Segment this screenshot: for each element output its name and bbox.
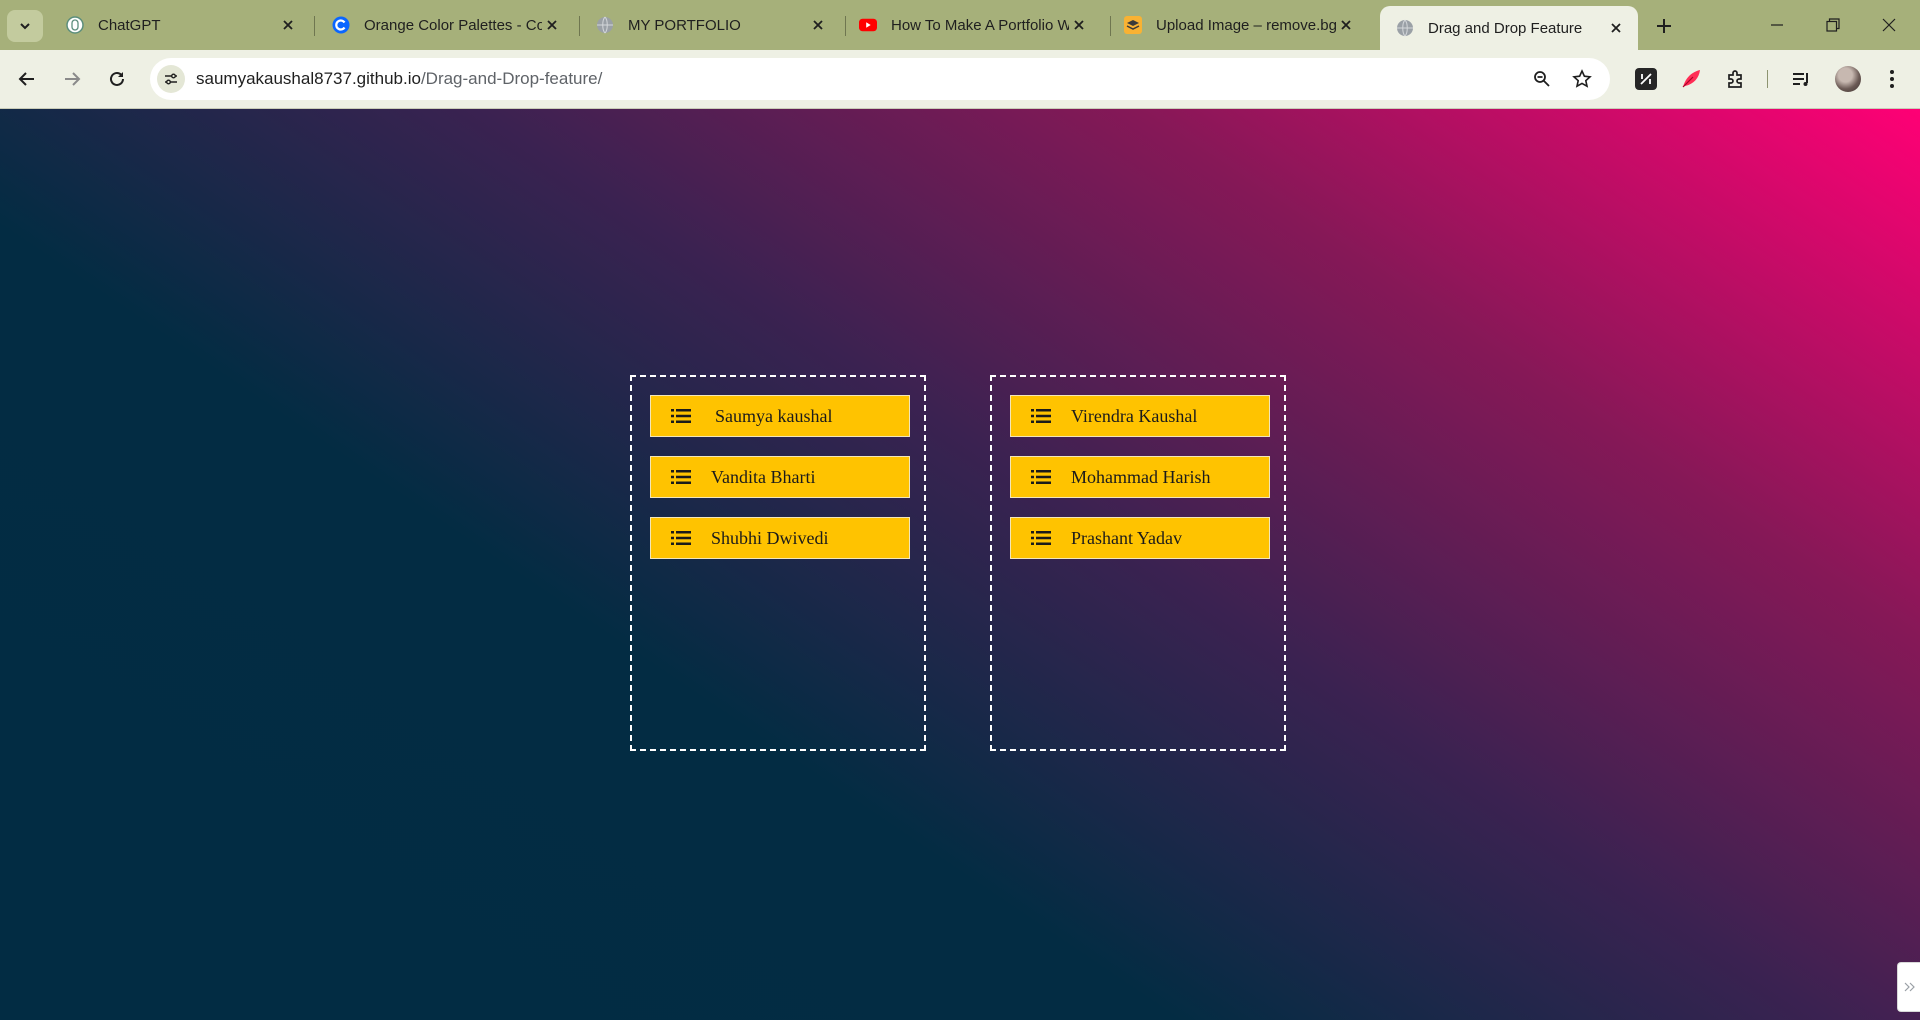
youtube-icon — [859, 16, 877, 34]
tab-title: How To Make A Portfolio W — [891, 16, 1069, 34]
new-tab-button[interactable] — [1650, 12, 1678, 40]
media-queue-icon[interactable] — [1787, 64, 1815, 94]
tab-strip: ChatGPT Orange Color Palettes - Co MY PO… — [0, 0, 1920, 50]
tab-title: ChatGPT — [98, 16, 161, 34]
site-info-button[interactable] — [157, 65, 185, 93]
list-item-name: Saumya kaushal — [715, 405, 833, 426]
tab-chatgpt[interactable]: ChatGPT — [50, 6, 310, 44]
url-text: saumyakaushal8737.github.io/Drag-and-Dro… — [196, 69, 602, 89]
close-window-button[interactable] — [1866, 8, 1912, 42]
draggable-list-item[interactable]: Shubhi Dwivedi — [650, 517, 910, 559]
draggable-list-item[interactable]: Prashant Yadav — [1010, 517, 1270, 559]
extensions-puzzle-icon[interactable] — [1722, 64, 1750, 94]
tab-drag-and-drop[interactable]: Drag and Drop Feature — [1380, 6, 1638, 50]
close-icon[interactable] — [1069, 15, 1089, 35]
tab-title: MY PORTFOLIO — [628, 16, 741, 34]
close-icon — [1882, 18, 1896, 32]
side-panel-toggle[interactable] — [1897, 962, 1920, 1012]
close-icon[interactable] — [542, 15, 562, 35]
minimize-icon — [1771, 24, 1783, 26]
coolors-icon — [332, 16, 350, 34]
drop-zone-right[interactable]: Virendra Kaushal Mohammad Harish Prashan… — [990, 375, 1286, 751]
removebg-icon — [1124, 16, 1142, 34]
reload-button[interactable] — [102, 64, 132, 94]
url-host: saumyakaushal8737.github.io — [196, 69, 421, 88]
minimize-button[interactable] — [1754, 8, 1800, 42]
tab-title: Orange Color Palettes - Co — [364, 16, 542, 34]
list-item-name: Shubhi Dwivedi — [711, 527, 829, 548]
extension-icon-a[interactable] — [1632, 64, 1660, 94]
tab-my-portfolio[interactable]: MY PORTFOLIO — [580, 6, 840, 44]
tab-divider — [314, 16, 315, 36]
close-icon[interactable] — [278, 15, 298, 35]
back-button[interactable] — [12, 64, 42, 94]
tab-youtube-portfolio[interactable]: How To Make A Portfolio W — [843, 6, 1101, 44]
tab-orange-palettes[interactable]: Orange Color Palettes - Co — [316, 6, 574, 44]
browser-toolbar: saumyakaushal8737.github.io/Drag-and-Dro… — [0, 50, 1920, 109]
globe-icon — [596, 16, 614, 34]
arrow-right-icon — [65, 72, 81, 86]
list-item-name: Virendra Kaushal — [1071, 405, 1198, 426]
arrow-left-icon — [18, 72, 34, 86]
drop-zone-left[interactable]: Saumya kaushal Vandita Bharti Shubhi Dwi… — [630, 375, 926, 751]
list-icon — [1031, 531, 1051, 545]
profile-avatar[interactable] — [1835, 66, 1861, 92]
list-item-name: Prashant Yadav — [1071, 527, 1182, 548]
list-icon — [671, 531, 691, 545]
list-item-name: Vandita Bharti — [711, 466, 816, 487]
close-icon[interactable] — [1336, 15, 1356, 35]
list-icon — [671, 470, 691, 484]
draggable-list-item[interactable]: Mohammad Harish — [1010, 456, 1270, 498]
address-bar[interactable]: saumyakaushal8737.github.io/Drag-and-Dro… — [150, 58, 1610, 100]
draggable-list-item[interactable]: Saumya kaushal — [650, 395, 910, 437]
forward-button[interactable] — [57, 64, 87, 94]
bookmark-star-icon[interactable] — [1570, 67, 1594, 91]
list-icon — [1031, 470, 1051, 484]
zoom-icon[interactable] — [1530, 67, 1554, 91]
tab-title: Upload Image – remove.bg — [1156, 16, 1336, 34]
plus-icon — [1657, 19, 1671, 33]
list-icon — [1031, 409, 1051, 423]
reload-icon — [110, 71, 124, 86]
tune-icon — [165, 73, 177, 85]
toolbar-divider — [1767, 70, 1768, 88]
chevron-down-icon — [20, 23, 30, 30]
feather-extension-icon[interactable] — [1677, 64, 1705, 94]
restore-button[interactable] — [1810, 8, 1856, 42]
tab-search-button[interactable] — [7, 10, 43, 42]
page-viewport: Saumya kaushal Vandita Bharti Shubhi Dwi… — [0, 109, 1920, 1020]
chatgpt-icon — [66, 16, 84, 34]
list-item-name: Mohammad Harish — [1071, 466, 1211, 487]
tab-title: Drag and Drop Feature — [1428, 19, 1583, 37]
draggable-list-item[interactable]: Virendra Kaushal — [1010, 395, 1270, 437]
url-path: /Drag-and-Drop-feature/ — [420, 69, 603, 88]
kebab-menu-icon[interactable] — [1878, 64, 1906, 94]
tab-remove-bg[interactable]: Upload Image – remove.bg — [1108, 6, 1368, 44]
close-icon[interactable] — [1606, 18, 1626, 38]
list-icon — [671, 409, 691, 423]
close-icon[interactable] — [808, 15, 828, 35]
draggable-list-item[interactable]: Vandita Bharti — [650, 456, 910, 498]
globe-icon — [1396, 19, 1414, 37]
sidebar-tab-icon — [1904, 982, 1915, 992]
restore-icon — [1826, 18, 1840, 32]
